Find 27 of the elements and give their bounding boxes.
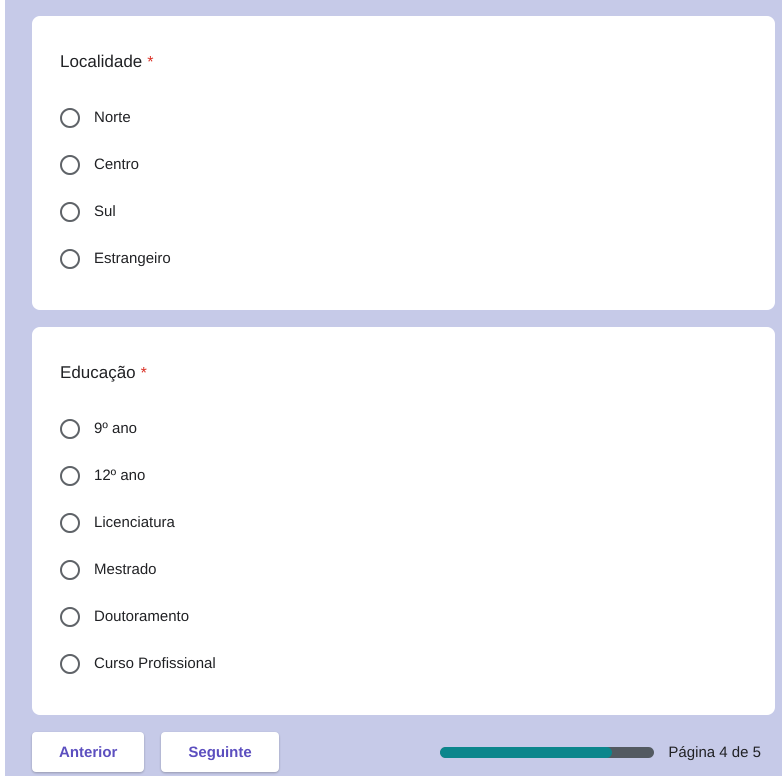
- option-label[interactable]: 9º ano: [94, 420, 138, 437]
- option-label[interactable]: Mestrado: [94, 561, 157, 578]
- option-label[interactable]: Norte: [94, 109, 131, 126]
- radio-button[interactable]: [60, 248, 80, 268]
- question-title: Educação: [60, 363, 136, 383]
- radio-button[interactable]: [60, 560, 80, 580]
- option-label[interactable]: Estrangeiro: [94, 250, 171, 267]
- radio-button[interactable]: [60, 466, 80, 486]
- option-label[interactable]: Doutoramento: [94, 608, 190, 625]
- radio-button[interactable]: [60, 154, 80, 174]
- page-indicator: Página 4 de 5: [668, 744, 761, 760]
- option-label[interactable]: Sul: [94, 203, 116, 220]
- radio-button[interactable]: [60, 654, 80, 674]
- radio-button[interactable]: [60, 202, 80, 222]
- radio-button[interactable]: [60, 512, 80, 532]
- radio-button[interactable]: [60, 418, 80, 438]
- option-label[interactable]: Curso Profissional: [94, 655, 216, 672]
- radio-button[interactable]: [60, 606, 80, 626]
- back-button[interactable]: Anterior: [32, 732, 144, 772]
- required-mark: *: [140, 365, 147, 383]
- option-label[interactable]: Centro: [94, 156, 140, 173]
- next-button[interactable]: Seguinte: [161, 732, 279, 772]
- question-title: Localidade: [60, 52, 142, 72]
- option-label[interactable]: Licenciatura: [94, 514, 175, 531]
- required-mark: *: [147, 54, 154, 72]
- option-label[interactable]: 12º ano: [94, 467, 146, 484]
- radio-button[interactable]: [60, 108, 80, 128]
